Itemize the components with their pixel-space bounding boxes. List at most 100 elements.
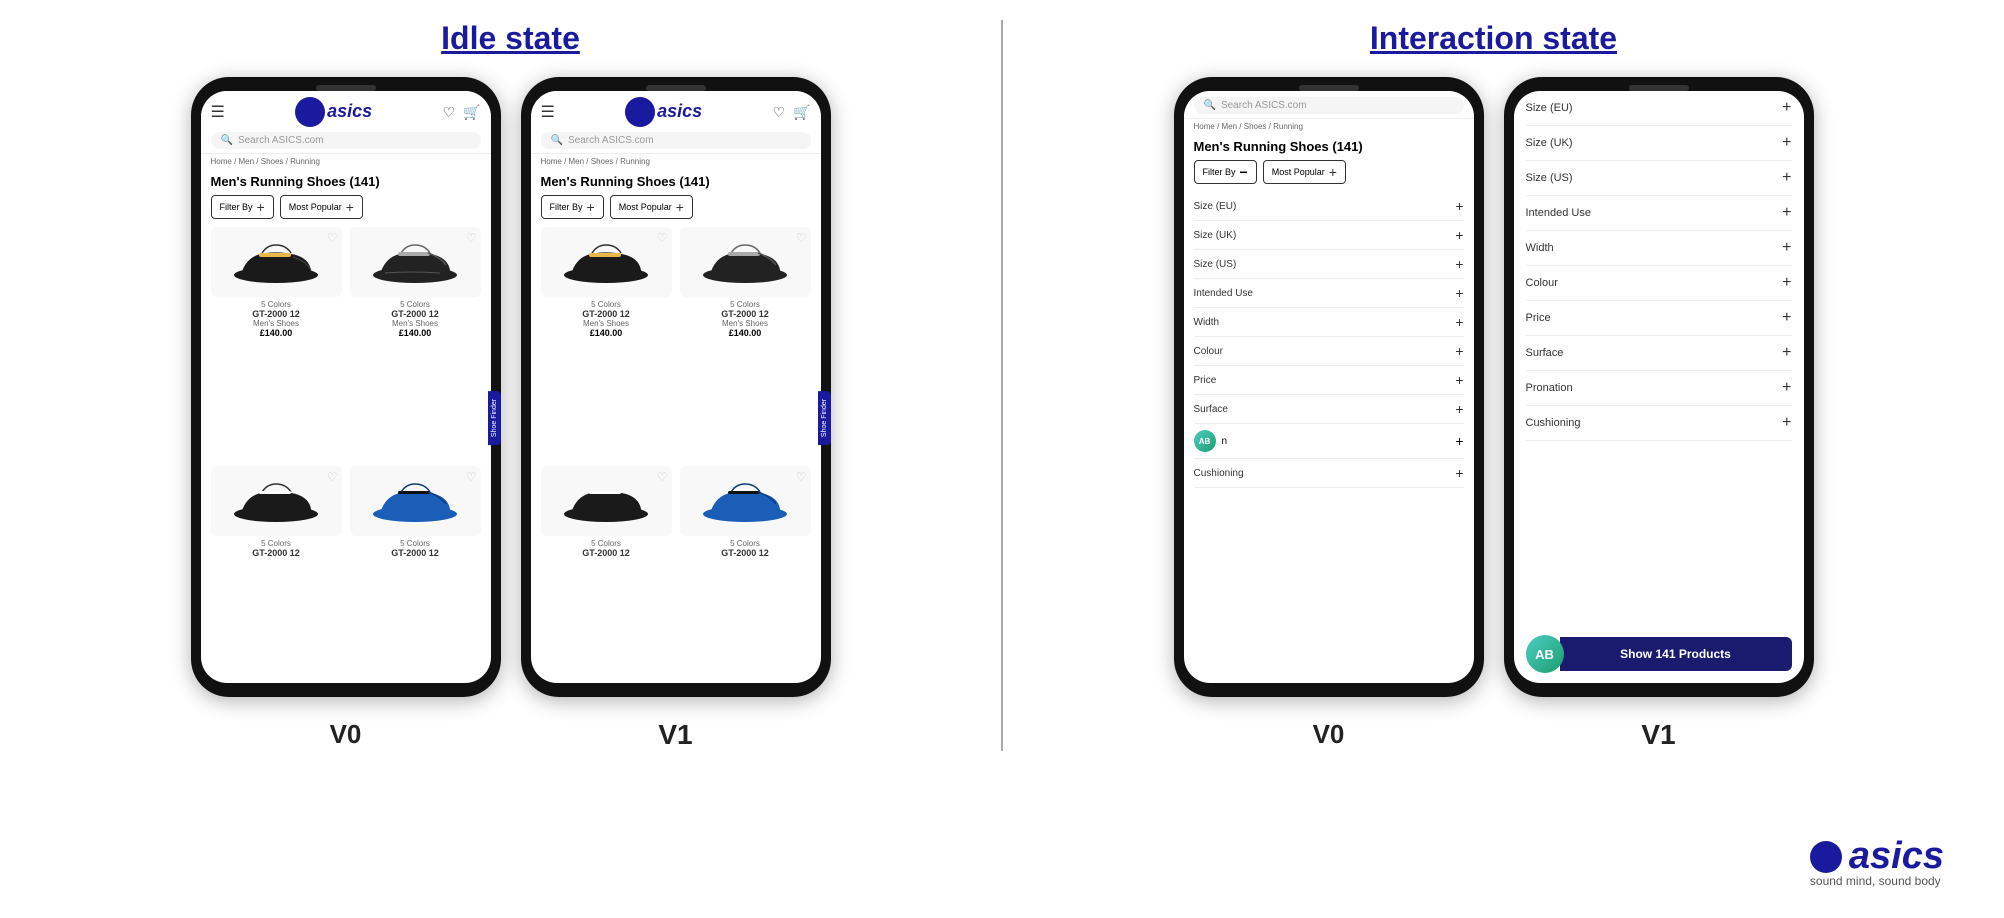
wishlist-icon[interactable]: ♡ bbox=[796, 470, 807, 484]
section-divider bbox=[1001, 20, 1003, 751]
wishlist-icon[interactable]: ♡ bbox=[657, 470, 668, 484]
shoe-finder-tab[interactable]: Shoe Finder bbox=[488, 391, 491, 445]
asics-header: ☰ asics ♡ 🛒 🔍 bbox=[531, 91, 821, 154]
breadcrumb: Home / Men / Shoes / Running bbox=[201, 154, 491, 169]
search-bar[interactable]: 🔍 Search ASICS.com bbox=[211, 132, 481, 149]
product-info: 5 Colors GT-2000 12 bbox=[680, 539, 811, 558]
v1-filter-list: Size (EU) + Size (UK) + Size (US) + bbox=[1514, 91, 1804, 625]
product-info: 5 Colors GT-2000 12 bbox=[350, 539, 481, 558]
wishlist-icon[interactable]: ♡ bbox=[796, 231, 807, 245]
filter-by-btn[interactable]: Filter By + bbox=[211, 195, 274, 219]
shoe-illustration bbox=[231, 235, 321, 290]
heart-icon[interactable]: ♡ bbox=[442, 104, 455, 121]
product-colors: 5 Colors bbox=[680, 539, 811, 548]
wishlist-icon[interactable]: ♡ bbox=[466, 470, 477, 484]
product-card: ♡ 5 Colors GT-2000 12 bbox=[350, 466, 481, 678]
v1-idle-label: V1 bbox=[658, 719, 692, 751]
wishlist-icon[interactable]: ♡ bbox=[327, 470, 338, 484]
cart-icon[interactable]: 🛒 bbox=[463, 104, 480, 121]
filter-pronation[interactable]: Pronation + bbox=[1526, 371, 1792, 406]
plus-icon: + bbox=[1455, 372, 1463, 388]
filter-size-us[interactable]: Size (US) + bbox=[1194, 250, 1464, 279]
filter-size-eu[interactable]: Size (EU) + bbox=[1194, 192, 1464, 221]
cart-icon[interactable]: 🛒 bbox=[793, 104, 810, 121]
v1-bottom-cta: AB Show 141 Products bbox=[1514, 625, 1804, 683]
product-colors: 5 Colors bbox=[350, 300, 481, 309]
plus-icon: + bbox=[1455, 285, 1463, 301]
filter-colour[interactable]: Colour + bbox=[1194, 337, 1464, 366]
filter-price[interactable]: Price + bbox=[1194, 366, 1464, 395]
filter-width[interactable]: Width + bbox=[1194, 308, 1464, 337]
idle-phones-row: ☰ asics ♡ 🛒 🔍 bbox=[191, 77, 831, 751]
plus-icon: + bbox=[1455, 198, 1463, 214]
plus-icon: + bbox=[257, 199, 265, 215]
filter-price[interactable]: Price + bbox=[1526, 301, 1792, 336]
heart-icon[interactable]: ♡ bbox=[772, 104, 785, 121]
v0-interaction-phone: 🔍 Search ASICS.com Home / Men / Shoes / … bbox=[1174, 77, 1484, 697]
shoe-finder-tab[interactable]: Shoe Finder bbox=[818, 391, 821, 445]
products-grid: ♡ 5 Colors GT-2000 12 Men's Shoes £140.0… bbox=[541, 227, 811, 678]
filter-surface[interactable]: Surface + bbox=[1194, 395, 1464, 424]
filter-intended-use[interactable]: Intended Use + bbox=[1194, 279, 1464, 308]
wishlist-icon[interactable]: ♡ bbox=[466, 231, 477, 245]
search-icon: 🔍 bbox=[551, 135, 563, 146]
plus-icon: + bbox=[1455, 343, 1463, 359]
filter-colour[interactable]: Colour + bbox=[1526, 266, 1792, 301]
search-placeholder: Search ASICS.com bbox=[1221, 100, 1307, 111]
filter-width[interactable]: Width + bbox=[1526, 231, 1792, 266]
v0-interaction-screen: 🔍 Search ASICS.com Home / Men / Shoes / … bbox=[1184, 91, 1474, 683]
filter-pronation[interactable]: AB n + bbox=[1194, 424, 1464, 459]
product-name: GT-2000 12 bbox=[211, 548, 342, 558]
filter-row: Filter By − Most Popular + bbox=[1194, 160, 1464, 184]
v0-idle-phone: ☰ asics ♡ 🛒 🔍 bbox=[191, 77, 501, 697]
wishlist-icon[interactable]: ♡ bbox=[657, 231, 668, 245]
most-popular-btn[interactable]: Most Popular + bbox=[610, 195, 693, 219]
nav-icons: ♡ 🛒 bbox=[442, 104, 480, 121]
filter-size-eu[interactable]: Size (EU) + bbox=[1526, 91, 1792, 126]
product-image bbox=[680, 466, 811, 536]
search-icon: 🔍 bbox=[1204, 100, 1216, 111]
show-products-button[interactable]: Show 141 Products bbox=[1560, 637, 1792, 671]
interaction-state-title: Interaction state bbox=[1370, 20, 1617, 57]
nav-bar: ☰ asics ♡ 🛒 bbox=[211, 97, 481, 127]
plus-icon: + bbox=[1782, 414, 1791, 432]
v1-interaction-screen: Size (EU) + Size (UK) + Size (US) + bbox=[1514, 91, 1804, 683]
product-name: GT-2000 12 bbox=[541, 548, 672, 558]
product-card: ♡ 5 Colors GT-2000 12 bbox=[211, 466, 342, 678]
filter-cushioning[interactable]: Cushioning + bbox=[1194, 459, 1464, 488]
wishlist-icon[interactable]: ♡ bbox=[327, 231, 338, 245]
product-card: ♡ 5 Colors GT-2000 12 bbox=[680, 466, 811, 678]
filter-intended-use[interactable]: Intended Use + bbox=[1526, 196, 1792, 231]
filter-cushioning[interactable]: Cushioning + bbox=[1526, 406, 1792, 441]
hamburger-icon[interactable]: ☰ bbox=[541, 102, 555, 122]
filter-row: Filter By + Most Popular + bbox=[541, 195, 811, 219]
product-card: ♡ 5 Colors GT-2000 12 Men's Shoes £140.0… bbox=[211, 227, 342, 458]
plus-icon: + bbox=[346, 199, 354, 215]
interaction-section: Interaction state 🔍 Search ASICS.com Hom… bbox=[1013, 20, 1974, 751]
most-popular-btn[interactable]: Most Popular + bbox=[1263, 160, 1346, 184]
hamburger-icon[interactable]: ☰ bbox=[211, 102, 225, 122]
product-info: 5 Colors GT-2000 12 bbox=[211, 539, 342, 558]
logo-circle bbox=[625, 97, 655, 127]
filter-size-uk[interactable]: Size (UK) + bbox=[1526, 126, 1792, 161]
nav-bar: ☰ asics ♡ 🛒 bbox=[541, 97, 811, 127]
product-info: 5 Colors GT-2000 12 Men's Shoes £140.00 bbox=[211, 300, 342, 338]
product-name: GT-2000 12 bbox=[541, 309, 672, 319]
ab-avatar: AB bbox=[1194, 430, 1216, 452]
filter-surface[interactable]: Surface + bbox=[1526, 336, 1792, 371]
v1-interaction-container: Size (EU) + Size (UK) + Size (US) + bbox=[1504, 77, 1814, 751]
filter-size-uk[interactable]: Size (UK) + bbox=[1194, 221, 1464, 250]
ab-avatar: AB bbox=[1526, 635, 1564, 673]
filter-size-us[interactable]: Size (US) + bbox=[1526, 161, 1792, 196]
filter-panel: Men's Running Shoes (141) Filter By − Mo… bbox=[1184, 134, 1474, 683]
filter-by-btn[interactable]: Filter By − bbox=[1194, 160, 1257, 184]
search-bar[interactable]: 🔍 Search ASICS.com bbox=[541, 132, 811, 149]
most-popular-btn[interactable]: Most Popular + bbox=[280, 195, 363, 219]
search-bar[interactable]: 🔍 Search ASICS.com bbox=[1194, 97, 1464, 114]
product-info: 5 Colors GT-2000 12 Men's Shoes £140.00 bbox=[541, 300, 672, 338]
product-colors: 5 Colors bbox=[541, 539, 672, 548]
product-info: 5 Colors GT-2000 12 Men's Shoes £140.00 bbox=[680, 300, 811, 338]
filter-by-btn[interactable]: Filter By + bbox=[541, 195, 604, 219]
v0-idle-container: ☰ asics ♡ 🛒 🔍 bbox=[191, 77, 501, 750]
product-image bbox=[680, 227, 811, 297]
